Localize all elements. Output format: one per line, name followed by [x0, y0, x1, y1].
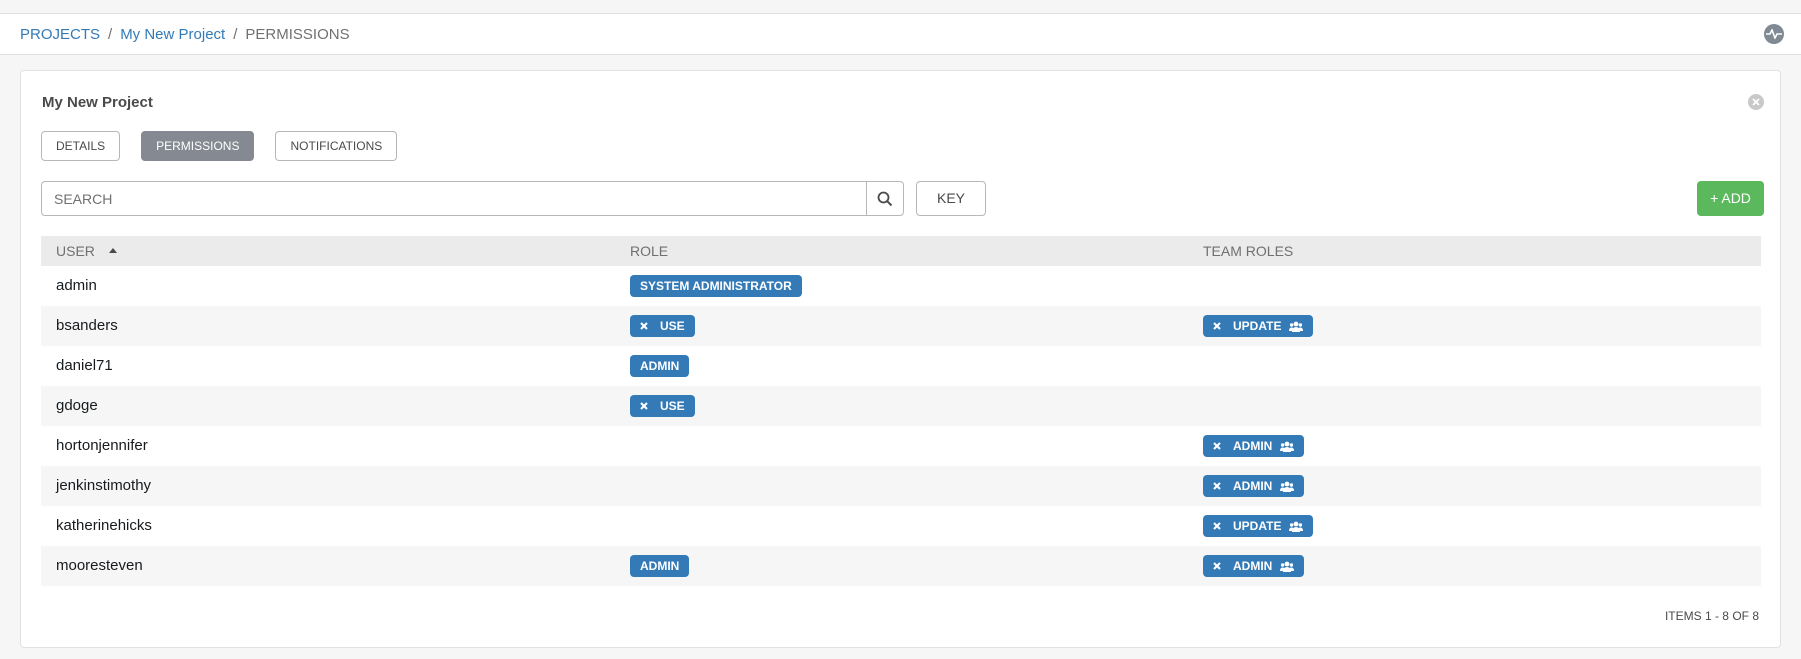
table-row: gdoge USE: [41, 386, 1761, 426]
team-role-chip: ADMIN: [1203, 555, 1305, 577]
team-role-cell: ADMIN: [1203, 475, 1305, 497]
table-row: katherinehicks UPDATE: [41, 506, 1761, 546]
team-role-label: ADMIN: [1233, 439, 1273, 453]
tab-notifications[interactable]: NOTIFICATIONS: [275, 131, 398, 161]
team-role-cell: ADMIN: [1203, 435, 1305, 457]
team-role-chip: UPDATE: [1203, 315, 1314, 337]
tab-bar: DETAILS PERMISSIONS NOTIFICATIONS: [41, 131, 418, 161]
role-chip: ADMIN: [630, 555, 690, 577]
team-role-chip: ADMIN: [1203, 435, 1305, 457]
breadcrumb-project-link[interactable]: My New Project: [120, 26, 225, 43]
team-role-label: UPDATE: [1233, 519, 1282, 533]
role-cell: USE: [630, 315, 695, 337]
users-icon: [1280, 441, 1295, 452]
user-name: admin: [56, 277, 97, 294]
remove-x-icon[interactable]: [1213, 442, 1221, 450]
project-permissions-panel: My New Project DETAILS PERMISSIONS NOTIF…: [20, 70, 1781, 648]
role-label: SYSTEM ADMINISTRATOR: [640, 279, 792, 293]
role-label: ADMIN: [640, 559, 680, 573]
users-icon: [1280, 481, 1295, 492]
table-row: jenkinstimothy ADMIN: [41, 466, 1761, 506]
team-role-chip: UPDATE: [1203, 515, 1314, 537]
table-row: admin SYSTEM ADMINISTRATOR: [41, 266, 1761, 306]
user-name: jenkinstimothy: [56, 477, 152, 494]
team-role-label: UPDATE: [1233, 319, 1282, 333]
breadcrumb: PROJECTS / My New Project / PERMISSIONS: [20, 26, 350, 43]
breadcrumb-bar: PROJECTS / My New Project / PERMISSIONS: [0, 14, 1801, 55]
table-row: mooresteven ADMIN ADMIN: [41, 546, 1761, 586]
remove-x-icon[interactable]: [1213, 482, 1221, 490]
breadcrumb-projects-link[interactable]: PROJECTS: [20, 26, 100, 43]
search-input[interactable]: [42, 182, 866, 215]
table-row: daniel71 ADMIN: [41, 346, 1761, 386]
tab-details[interactable]: DETAILS: [41, 131, 121, 161]
team-role-cell: UPDATE: [1203, 515, 1314, 537]
role-label: USE: [660, 399, 685, 413]
table-header: USER ROLE TEAM ROLES: [41, 236, 1761, 266]
team-role-label: ADMIN: [1233, 559, 1273, 573]
user-name: katherinehicks: [56, 517, 152, 534]
role-label: ADMIN: [640, 359, 680, 373]
table-row: bsanders USE UPDATE: [41, 306, 1761, 346]
users-icon: [1289, 521, 1304, 532]
user-name: hortonjennifer: [56, 437, 148, 454]
table-row: hortonjennifer ADMIN: [41, 426, 1761, 466]
panel-title: My New Project: [42, 94, 153, 111]
key-button[interactable]: KEY: [916, 181, 986, 216]
user-name: mooresteven: [56, 557, 143, 574]
breadcrumb-current: PERMISSIONS: [245, 26, 350, 43]
remove-x-icon[interactable]: [640, 322, 648, 330]
column-header-user-label: USER: [56, 243, 95, 259]
remove-x-icon[interactable]: [1213, 522, 1221, 530]
remove-x-icon[interactable]: [1213, 322, 1221, 330]
user-name: daniel71: [56, 357, 113, 374]
role-cell: SYSTEM ADMINISTRATOR: [630, 275, 802, 297]
role-cell: USE: [630, 395, 695, 417]
user-name: gdoge: [56, 397, 98, 414]
add-button[interactable]: + ADD: [1697, 181, 1764, 216]
table-body: admin SYSTEM ADMINISTRATOR bsanders USE UPDA…: [41, 266, 1761, 586]
close-icon[interactable]: [1748, 94, 1764, 110]
remove-x-icon[interactable]: [1213, 562, 1221, 570]
role-chip: ADMIN: [630, 355, 690, 377]
column-header-role: ROLE: [630, 243, 669, 259]
remove-x-icon[interactable]: [640, 402, 648, 410]
column-header-team-roles: TEAM ROLES: [1203, 243, 1294, 259]
team-role-cell: UPDATE: [1203, 315, 1314, 337]
team-role-label: ADMIN: [1233, 479, 1273, 493]
search-bar: [41, 181, 904, 216]
activity-stream-icon[interactable]: [1764, 24, 1784, 44]
permissions-table: USER ROLE TEAM ROLES admin SYSTEM ADMINIS…: [41, 236, 1761, 586]
team-role-chip: ADMIN: [1203, 475, 1305, 497]
role-label: USE: [660, 319, 685, 333]
sort-ascending-icon: [108, 247, 117, 253]
items-count: ITEMS 1 - 8 OF 8: [1664, 609, 1759, 623]
column-header-user[interactable]: USER: [56, 243, 117, 259]
breadcrumb-separator: /: [108, 26, 113, 43]
search-icon: [877, 191, 893, 207]
user-name: bsanders: [56, 317, 118, 334]
team-role-cell: ADMIN: [1203, 555, 1305, 577]
role-cell: ADMIN: [630, 555, 690, 577]
role-chip: USE: [630, 315, 695, 337]
role-chip: USE: [630, 395, 695, 417]
role-chip: SYSTEM ADMINISTRATOR: [630, 275, 802, 297]
search-button[interactable]: [866, 182, 903, 215]
users-icon: [1280, 561, 1295, 572]
role-cell: ADMIN: [630, 355, 690, 377]
breadcrumb-separator: /: [233, 26, 238, 43]
tab-permissions[interactable]: PERMISSIONS: [141, 131, 255, 161]
users-icon: [1289, 321, 1304, 332]
